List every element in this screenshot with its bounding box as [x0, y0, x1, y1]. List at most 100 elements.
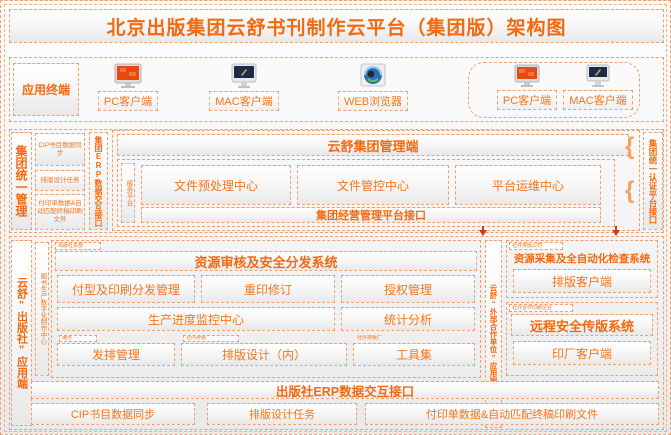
- collect-system-header: 资源采集及全自动化检查系统: [509, 251, 655, 267]
- terminal-mac-1-text: MAC客户端: [215, 96, 272, 108]
- center-file-control: 文件管控中心: [297, 165, 449, 205]
- group-erp-box-printorder: 付印单数据&自动匹配终稿印刷文件: [35, 194, 85, 230]
- box-fapai: 发排管理: [57, 343, 175, 366]
- box-authorize-text: 授权管理: [384, 281, 432, 298]
- box-toolset: 工具集: [353, 343, 475, 366]
- collect-system-tab: 社外排版公司: [509, 242, 563, 250]
- pc-monitor-icon: [113, 63, 143, 91]
- fapai-tab-text: 编务: [62, 335, 72, 342]
- brace-top: {: [625, 135, 634, 159]
- collect-system-tab-text: 社外排版公司: [512, 243, 542, 250]
- box-toolset-text: 工具集: [396, 346, 432, 363]
- transfer-system-tab-text: 社外合作印刷企业: [512, 305, 552, 312]
- group-management-side-label-text: 集团统一管理: [13, 145, 30, 217]
- terminal-pc-2-text: PC客户端: [503, 95, 551, 107]
- partner-side-label-text: 云舒“外部合作单位”应用端: [488, 284, 499, 385]
- group-erp-interface-text: 集团ERP数据交互接口: [93, 136, 104, 227]
- mac-monitor-icon: [584, 64, 612, 90]
- service-platform-strip: 服务平台: [121, 163, 135, 223]
- publisher-side-label: 云舒“出版社”应用端: [11, 240, 32, 426]
- erp-box-cip-sync-text: CIP书目数据同步: [71, 406, 155, 422]
- box-fapai-text: 发排管理: [92, 346, 140, 363]
- erp-box-typeset-task-text: 排版设计任务: [249, 406, 315, 422]
- erp-box-typeset-task: 排版设计任务: [207, 403, 357, 425]
- center-file-preprocess-text: 文件预处理中心: [174, 177, 258, 194]
- publisher-side-label-text: 云舒“出版社”应用端: [14, 277, 30, 389]
- terminal-web: WEB浏览器: [335, 63, 411, 111]
- group-auth-interface-text: 集团统一认证平台接口: [647, 139, 659, 224]
- publisher-erp-bar-text: 出版社ERP数据交互接口: [276, 381, 414, 400]
- group-erp-box-cip-text: CIP书目数据同步: [36, 142, 84, 158]
- box-print-dispatch: 付型及印刷分发管理: [57, 275, 195, 303]
- red-arrow-left: [479, 226, 487, 236]
- erp-box-printorder-match: 付印单数据&自动匹配终稿印刷文件: [365, 403, 659, 425]
- center-platform-ops: 平台运维中心: [455, 165, 601, 205]
- transfer-system-header: 远程安全传版系统: [511, 314, 653, 336]
- web-browser-icon: [358, 63, 388, 91]
- group-erp-box-printorder-text: 付印单数据&自动匹配终稿印刷文件: [36, 200, 84, 224]
- fapai-tab: 编务: [59, 335, 97, 342]
- box-statistics-text: 统计分析: [384, 311, 432, 328]
- box-paiban-design-text: 排版设计（内）: [222, 346, 306, 363]
- review-system-header-text: 资源审核及安全分发系统: [194, 252, 337, 271]
- box-reprint: 重印修订: [201, 275, 335, 303]
- pc-monitor-icon: [513, 64, 541, 90]
- terminal-mac-2: MAC客户端: [561, 64, 635, 110]
- page-title-text: 北京出版集团云舒书刊制作云平台（集团版）架构图: [106, 13, 566, 40]
- brace-bottom: {: [625, 179, 634, 203]
- production-center-strip: 图书生产数字化制作中心: [35, 242, 49, 376]
- terminal-pc-1-text: PC客户端: [104, 96, 152, 108]
- box-authorize: 授权管理: [341, 275, 475, 303]
- group-management-header: 云舒集团管理端: [117, 134, 629, 156]
- terminal-pc-2-label: PC客户端: [497, 90, 557, 110]
- review-system-tab: 出版社本部: [55, 242, 101, 250]
- terminal-side-label: 应用终端: [13, 63, 79, 116]
- paiban-tab: 社内排版: [183, 335, 239, 342]
- partner-side-label: 云舒“外部合作单位”应用端: [485, 240, 502, 428]
- center-file-preprocess: 文件预处理中心: [141, 165, 291, 205]
- paiban-tab-text: 社内排版: [186, 335, 206, 342]
- group-management-header-text: 云舒集团管理端: [327, 136, 418, 155]
- box-printer-client-text: 印厂客户端: [552, 345, 612, 362]
- group-business-interface-text: 集团经营管理平台接口: [316, 207, 426, 223]
- terminal-web-label: WEB浏览器: [338, 91, 408, 111]
- collect-system-header-text: 资源采集及全自动化检查系统: [514, 253, 651, 265]
- box-reprint-text: 重印修订: [244, 281, 292, 298]
- architecture-diagram: 北京出版集团云舒书刊制作云平台（集团版）架构图 应用终端 PC客户端 MAC客户…: [0, 0, 671, 435]
- terminal-web-text: WEB浏览器: [344, 96, 402, 108]
- service-platform-strip-text: 服务平台: [123, 180, 133, 206]
- box-statistics: 统计分析: [341, 307, 475, 331]
- box-printer-client: 印厂客户端: [513, 341, 651, 365]
- publisher-erp-bar: 出版社ERP数据交互接口: [31, 381, 659, 399]
- box-typeset-client: 排版客户端: [513, 269, 651, 293]
- terminal-mac-1: MAC客户端: [206, 63, 282, 111]
- terminal-mac-2-label: MAC客户端: [563, 90, 632, 110]
- group-erp-interface-strip: 集团ERP数据交互接口: [89, 132, 108, 230]
- terminal-mac-2-text: MAC客户端: [569, 95, 626, 107]
- center-platform-ops-text: 平台运维中心: [492, 177, 564, 194]
- transfer-system-tab: 社外合作印刷企业: [509, 304, 573, 312]
- terminal-pc-2: PC客户端: [493, 64, 561, 110]
- group-erp-box-typeset: 排版设计任务: [35, 170, 85, 191]
- center-file-control-text: 文件管控中心: [337, 177, 409, 194]
- box-progress-monitor: 生产进度监控中心: [57, 307, 335, 331]
- mac-monitor-icon: [229, 63, 259, 91]
- terminal-side-label-text: 应用终端: [22, 81, 70, 98]
- box-paiban-design: 排版设计（内）: [181, 343, 347, 366]
- box-print-dispatch-text: 付型及印刷分发管理: [72, 281, 180, 298]
- group-erp-box-cip: CIP书目数据同步: [35, 133, 85, 166]
- terminal-mac-1-label: MAC客户端: [209, 91, 278, 111]
- red-arrow-right: [612, 226, 620, 236]
- group-management-side-label: 集团统一管理: [11, 132, 32, 230]
- group-business-interface-bar: 集团经营管理平台接口: [141, 207, 601, 223]
- terminal-pc-1-label: PC客户端: [98, 91, 158, 111]
- erp-box-printorder-match-text: 付印单数据&自动匹配终稿印刷文件: [426, 406, 598, 422]
- terminal-pc-1: PC客户端: [93, 63, 163, 111]
- box-typeset-client-text: 排版客户端: [552, 273, 612, 290]
- review-system-tab-text: 出版社本部: [58, 243, 83, 250]
- box-progress-monitor-text: 生产进度监控中心: [148, 311, 244, 328]
- tools-tab: 社外排版厂: [357, 335, 417, 342]
- tools-tab-text: 社外排版厂: [357, 335, 382, 341]
- group-erp-box-typeset-text: 排版设计任务: [41, 177, 80, 185]
- review-system-header: 资源审核及安全分发系统: [55, 251, 477, 271]
